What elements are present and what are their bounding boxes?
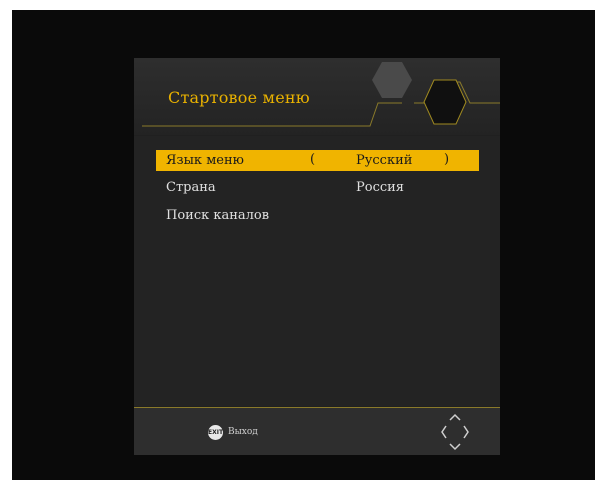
exit-button-icon[interactable]: EXIT	[208, 425, 223, 440]
menu-item-language[interactable]: Язык меню ( Русский )	[156, 150, 479, 171]
menu-item-label: Страна	[166, 180, 216, 195]
menu-header: Стартовое меню	[134, 58, 500, 135]
tv-screen: Стартовое меню Язык меню ( Русский ) Стр…	[12, 10, 595, 480]
menu-list: Язык меню ( Русский ) Страна Россия Поис…	[134, 136, 500, 406]
start-menu-panel: Стартовое меню Язык меню ( Русский ) Стр…	[134, 58, 500, 455]
menu-item-value: Россия	[356, 180, 405, 195]
menu-title: Стартовое меню	[168, 88, 310, 107]
left-arrow-icon[interactable]: (	[310, 152, 315, 167]
right-arrow-icon[interactable]: )	[444, 152, 449, 167]
menu-item-channel-search[interactable]: Поиск каналов	[156, 205, 479, 226]
navigation-arrows-icon	[441, 413, 469, 451]
menu-item-label: Язык меню	[166, 153, 244, 168]
exit-label: Выход	[228, 427, 258, 437]
menu-footer: EXIT Выход	[134, 407, 500, 455]
menu-item-value: Русский	[356, 153, 413, 168]
menu-item-label: Поиск каналов	[166, 208, 270, 223]
menu-item-country[interactable]: Страна Россия	[156, 177, 479, 198]
